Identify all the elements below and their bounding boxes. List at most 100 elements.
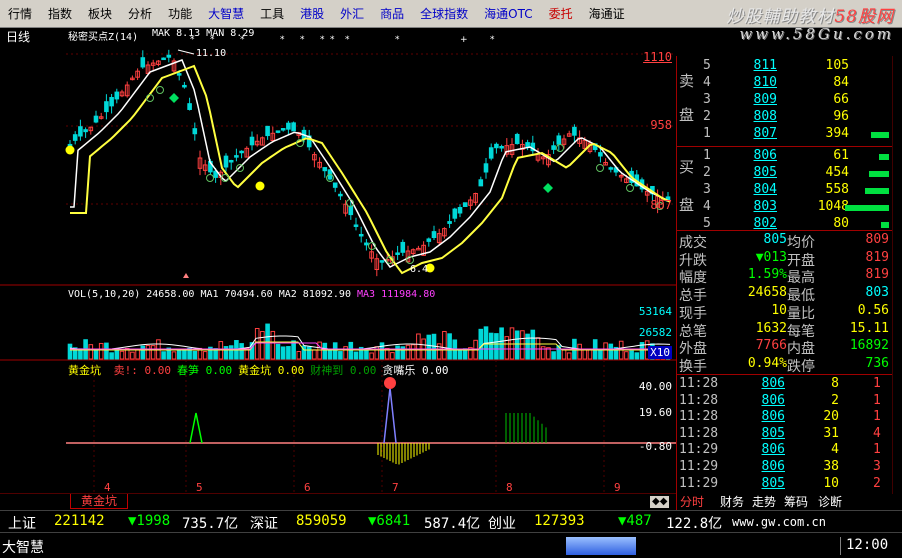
volume-bar [566,352,572,360]
menu-item-10[interactable]: 全球指数 [412,1,476,27]
tick-flag: 4 [873,425,881,441]
signal-diamond [169,93,179,103]
tick-row[interactable]: 11:28 805 31 4 [677,426,895,442]
menu-item-8[interactable]: 外汇 [332,1,372,27]
index-cy-name: 创业 [488,516,516,532]
tick-row[interactable]: 11:29 806 4 1 [677,442,895,458]
volume-bar [520,330,525,360]
candle-body [551,145,556,150]
candle-body [338,193,343,197]
volume-scale-badge[interactable]: X10 [648,346,672,359]
sell-level-2[interactable]: 2 808 96 [677,109,895,126]
menu-item-2[interactable]: 板块 [80,1,120,27]
formula-tab[interactable]: 黄金坑 [70,494,129,509]
buy-level-4[interactable]: 4 803 1048 [677,199,895,216]
app-status-bar: 大智慧 12:00 [0,532,902,558]
volume-ma3: MA3 111984.80 [357,289,436,300]
orderbook-divider [677,146,895,147]
menu-item-12[interactable]: 委托 [541,1,581,27]
tick-volume: 38 [823,459,839,474]
sell-price: 810 [753,75,777,90]
sell-price: 811 [753,58,777,73]
stat-value: 0.94% [747,355,787,371]
menu-item-6[interactable]: 工具 [252,1,292,27]
volume-bar [442,330,447,360]
candle-body [223,155,229,168]
signal-circle [626,184,634,192]
candle-body [353,224,359,227]
tick-time: 11:28 [679,376,719,391]
menu-item-3[interactable]: 分析 [120,1,160,27]
candle-body [109,97,114,107]
sub-indicator-value-1: 春笋 0.00 [176,364,233,377]
menu-item-11[interactable]: 海通OTC [476,1,540,27]
index-sh-amount: 735.7亿 [182,516,239,532]
menu-item-4[interactable]: 功能 [160,1,200,27]
menu-item-0[interactable]: 行情 [0,1,40,27]
tick-row[interactable]: 11:28 806 20 1 [677,409,895,425]
tab-scroll-arrows-icon[interactable]: ◆◆ [650,496,670,508]
kline-chart-area[interactable]: * * * * * * * * * + * 11.10 6.4 4 5 6 7 8 9 日线 秘密买点Z(14) M… [0,28,676,510]
tick-time: 11:29 [679,442,719,458]
price-axis-high: 1110 [643,50,672,64]
menu-item-9[interactable]: 商品 [372,1,412,27]
index-sh-change: ▼1998 [128,513,171,529]
stat-value: 10 [771,302,787,318]
period-label[interactable]: 日线 [6,28,30,45]
buy-volume-bar [869,171,889,177]
volume-bar [280,346,286,360]
stat-value: ▼013 [755,249,787,265]
volume-bar [332,342,338,360]
progress-indicator [566,537,636,555]
buy-volume-bar [879,154,889,160]
stat-value: 819 [865,267,889,283]
event-marker-icon: * [330,35,335,45]
sell-level-3[interactable]: 3 809 66 [677,92,895,109]
menu-item-13[interactable]: 海通证 [581,1,633,27]
buy-volume-bar [845,205,889,211]
tick-volume: 8 [831,376,839,391]
tick-price: 805 [761,475,785,491]
kline-chart[interactable]: * * * * * * * * * + *11.106.44 5 6 7 8 9 [0,28,676,494]
signal-circle [556,144,564,152]
stat-row-0: 成交 805 均价 809 [677,232,895,251]
tick-row[interactable]: 11:29 806 38 3 [677,459,895,475]
candle-body [265,125,270,137]
volume-bar [608,343,614,360]
site-url[interactable]: www.gw.com.cn [732,515,826,529]
tick-row[interactable]: 11:28 806 8 1 [677,376,895,392]
candle-body [358,233,364,237]
volume-bar [135,348,140,360]
tick-row[interactable]: 11:29 805 10 2 [677,476,895,492]
stat-value: 0.56 [857,302,889,318]
menu-item-1[interactable]: 指数 [40,1,80,27]
stat-label: 跌停 [787,358,815,375]
stat-label: 换手 [679,358,707,375]
buy-point-dot [255,181,265,191]
price-axis-low: 807 [650,198,672,212]
buy-price: 806 [753,148,777,163]
sell-level-num: 5 [703,58,711,73]
candle-body [462,202,468,208]
menu-item-7[interactable]: 港股 [292,1,332,27]
index-ticker-bar[interactable]: 上证 221142 ▼1998 735.7亿 深证 859059 ▼6841 5… [0,510,902,532]
volume-bar [629,350,634,360]
volume-bar [582,349,588,360]
stat-value: 736 [865,355,889,371]
volume-bar [150,345,156,360]
buy-level-3[interactable]: 3 804 558 [677,182,895,199]
tick-row[interactable]: 11:28 806 2 1 [677,393,895,409]
buy-level-1[interactable]: 1 806 61 [677,148,895,165]
sell-level-1[interactable]: 1 807 394 [677,126,895,143]
volume-bar [182,350,187,360]
buy-level-2[interactable]: 2 805 454 [677,165,895,182]
index-sh-name: 上证 [8,516,36,532]
volume-bar [109,352,114,360]
volume-bar [223,346,229,360]
volume-bar [145,345,151,360]
sell-level-5[interactable]: 5 811 105 [677,58,895,75]
panel-scrollbar[interactable] [892,56,902,494]
menu-item-5[interactable]: 大智慧 [200,1,252,27]
sell-level-4[interactable]: 4 810 84 [677,75,895,92]
volume-bar [494,333,499,360]
